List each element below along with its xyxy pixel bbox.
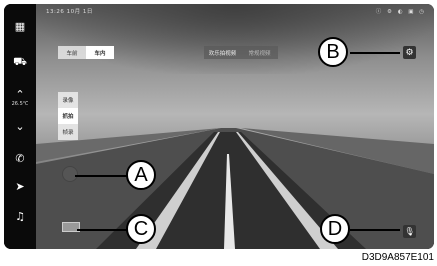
mic-icon[interactable]: 🎙	[403, 225, 416, 238]
grid-icon[interactable]: ▦	[4, 16, 36, 36]
mode-frame[interactable]: 帧录	[58, 124, 78, 140]
callout-c: C	[126, 214, 156, 244]
mode-record[interactable]: 录像	[58, 92, 78, 108]
figure-code: D3D9A857E101	[361, 252, 434, 263]
tab-front[interactable]: 车前	[58, 49, 86, 57]
callout-c-line	[77, 229, 127, 231]
camera-preview: 13:26 10月 1日 ⓘ ⚙ ◐ ▣ ◷ 车前 车内 欢乐拍视频 常规视频 …	[36, 4, 434, 249]
callout-a: A	[126, 160, 156, 190]
gear-icon[interactable]: ⚙	[403, 46, 416, 59]
chevron-down-icon[interactable]: ⌄	[4, 116, 36, 136]
tab-interior[interactable]: 车内	[86, 46, 114, 59]
temperature-readout: 26.5℃	[11, 101, 29, 107]
road-scene	[36, 128, 434, 249]
camera-tabs: 车前 车内	[58, 46, 114, 59]
car-icon[interactable]: ⛟	[4, 52, 36, 72]
status-icons: ⓘ ⚙ ◐ ▣ ◷	[375, 9, 426, 15]
sidebar: ▦ ⛟ ⌃ 26.5℃ ⌄ ✆ ➤ ♫	[4, 4, 36, 249]
callout-a-line	[75, 175, 127, 177]
status-time: 13:26 10月 1日	[46, 9, 93, 15]
tab-fun-video[interactable]: 欢乐拍视频	[204, 49, 241, 57]
callout-b: B	[318, 37, 348, 67]
callout-d-line	[350, 229, 400, 231]
mode-snapshot[interactable]: 抓拍	[58, 108, 78, 124]
media-tabs: 欢乐拍视频 常规视频	[204, 46, 278, 59]
callout-d: D	[320, 214, 350, 244]
navigation-icon[interactable]: ➤	[4, 176, 36, 196]
shutter-button[interactable]	[62, 166, 78, 182]
tab-normal-video[interactable]: 常规视频	[241, 49, 278, 57]
infotainment-screen: ▦ ⛟ ⌃ 26.5℃ ⌄ ✆ ➤ ♫ 13:26 10月 1日 ⓘ ⚙ ◐ ▣…	[4, 4, 434, 249]
mode-list: 录像 抓拍 帧录	[58, 92, 78, 140]
phone-icon[interactable]: ✆	[4, 148, 36, 168]
callout-b-line	[350, 52, 400, 54]
music-icon[interactable]: ♫	[4, 206, 36, 226]
